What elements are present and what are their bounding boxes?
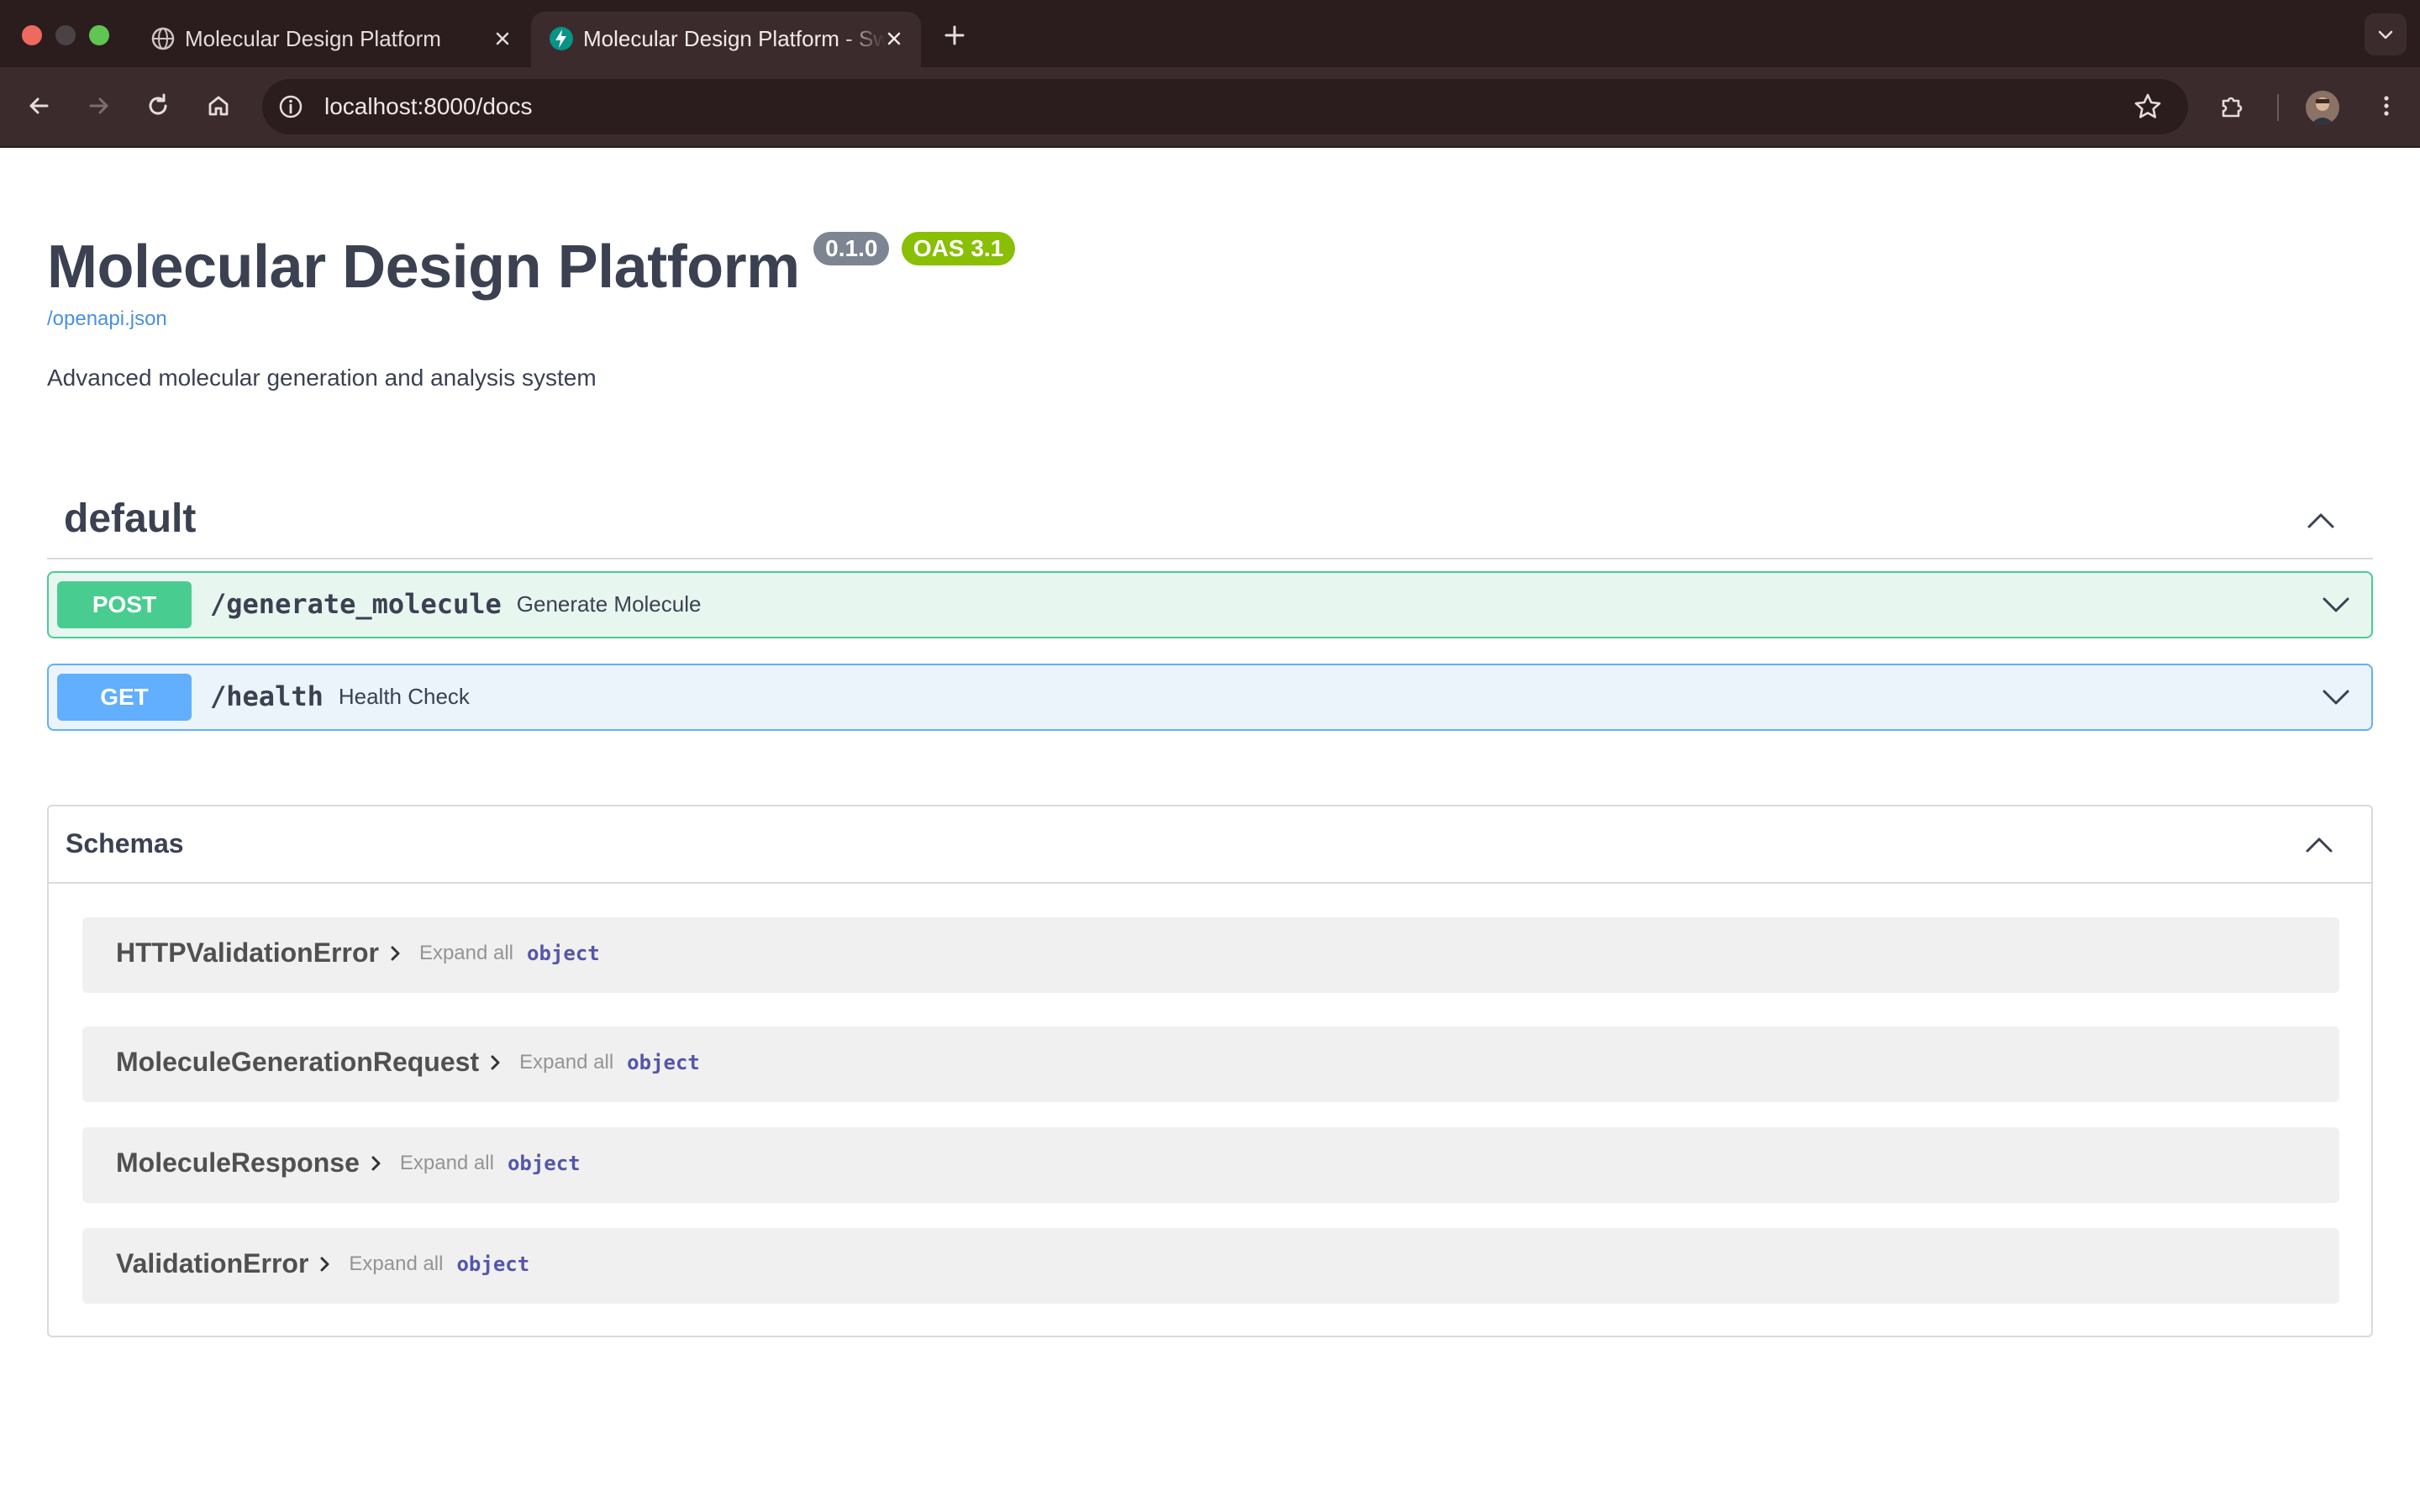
page-title: Molecular Design Platform xyxy=(47,234,800,301)
schema-model[interactable]: ValidationError Expand all object xyxy=(82,1228,2339,1304)
chevron-right-icon[interactable] xyxy=(315,1254,335,1274)
openapi-json-link[interactable]: /openapi.json xyxy=(47,307,167,331)
new-tab-plus-icon[interactable] xyxy=(939,20,970,50)
forward-arrow-icon[interactable] xyxy=(81,87,118,124)
schemas-header[interactable]: Schemas xyxy=(49,806,2371,884)
browser-tab-strip: Molecular Design Platform Molecular Desi… xyxy=(0,0,2420,67)
chevron-down-icon xyxy=(2378,30,2393,39)
method-badge: GET xyxy=(57,674,192,721)
model-name[interactable]: ValidationError xyxy=(116,1248,308,1278)
chevron-right-icon[interactable] xyxy=(486,1053,506,1073)
tag-section-header[interactable]: default xyxy=(47,484,2373,559)
address-url: localhost:8000/docs xyxy=(324,93,533,119)
address-bar[interactable]: localhost:8000/docs xyxy=(262,79,2188,134)
operation-path: /health xyxy=(210,680,324,712)
chevron-right-icon[interactable] xyxy=(366,1153,387,1173)
schemas-title: Schemas xyxy=(66,828,184,858)
schemas-section: Schemas HTTPValidationError Expand all obj… xyxy=(47,805,2373,1337)
version-badge: 0.1.0 xyxy=(813,232,890,265)
operation-summary: Generate Molecule xyxy=(516,591,702,617)
tab-title: Molecular Design Platform - Swagger UI xyxy=(583,26,886,51)
operation-path: /generate_molecule xyxy=(210,588,502,620)
window-close-button[interactable] xyxy=(22,25,42,45)
api-description: Advanced molecular generation and analys… xyxy=(47,365,597,391)
tag-name: default xyxy=(64,496,197,541)
expand-all-button[interactable]: Expand all xyxy=(349,1252,443,1275)
browser-toolbar: localhost:8000/docs xyxy=(0,67,2420,148)
chevron-down-icon[interactable] xyxy=(2319,588,2353,622)
model-type: object xyxy=(456,1252,530,1276)
extensions-puzzle-icon[interactable] xyxy=(2213,87,2250,124)
close-icon[interactable] xyxy=(882,27,906,50)
model-type: object xyxy=(527,941,600,965)
expand-all-button[interactable]: Expand all xyxy=(400,1152,494,1174)
site-info-icon[interactable] xyxy=(276,92,306,122)
operation-summary: Health Check xyxy=(338,683,470,709)
schema-model[interactable]: HTTPValidationError Expand all object xyxy=(82,917,2339,993)
chevron-down-icon[interactable] xyxy=(2319,680,2353,714)
chevron-up-icon[interactable] xyxy=(2302,502,2339,539)
title-row: Molecular Design Platform 0.1.0 OAS 3.1 xyxy=(47,228,1016,306)
chevron-right-icon[interactable] xyxy=(386,943,406,963)
model-name[interactable]: MoleculeResponse xyxy=(116,1147,360,1178)
model-type: object xyxy=(627,1050,700,1074)
fastapi-icon xyxy=(548,25,575,52)
home-icon[interactable] xyxy=(200,87,237,124)
back-arrow-icon[interactable] xyxy=(20,87,57,124)
browser-tab-1[interactable]: Molecular Design Platform xyxy=(133,12,529,67)
expand-all-button[interactable]: Expand all xyxy=(419,942,513,964)
chevron-up-icon[interactable] xyxy=(2301,827,2338,864)
schema-model[interactable]: MoleculeResponse Expand all object xyxy=(82,1127,2339,1203)
globe-icon xyxy=(150,25,176,52)
toolbar-divider xyxy=(2277,94,2279,121)
model-type: object xyxy=(507,1151,581,1175)
model-name[interactable]: MoleculeGenerationRequest xyxy=(116,1047,479,1077)
window-maximize-button[interactable] xyxy=(89,25,109,45)
swagger-page: Molecular Design Platform 0.1.0 OAS 3.1 … xyxy=(0,148,2420,1512)
oas-badge: OAS 3.1 xyxy=(901,232,1016,265)
close-icon[interactable] xyxy=(491,27,514,50)
more-vertical-icon[interactable] xyxy=(2368,87,2405,124)
tab-search-button[interactable] xyxy=(2365,13,2407,55)
expand-all-button[interactable]: Expand all xyxy=(519,1051,613,1074)
method-badge: POST xyxy=(57,581,192,628)
schema-model[interactable]: MoleculeGenerationRequest Expand all objec… xyxy=(82,1026,2339,1102)
window-minimize-button[interactable] xyxy=(55,25,76,45)
operation-post-generate-molecule[interactable]: POST /generate_molecule Generate Molecule xyxy=(47,571,2373,638)
tab-title: Molecular Design Platform xyxy=(185,26,441,51)
reload-icon[interactable] xyxy=(139,87,176,124)
bookmark-star-icon[interactable] xyxy=(2131,90,2165,123)
browser-tab-2[interactable]: Molecular Design Platform - Swagger UI xyxy=(531,12,921,67)
profile-avatar[interactable] xyxy=(2306,91,2339,124)
operation-get-health[interactable]: GET /health Health Check xyxy=(47,664,2373,731)
model-name[interactable]: HTTPValidationError xyxy=(116,937,379,968)
